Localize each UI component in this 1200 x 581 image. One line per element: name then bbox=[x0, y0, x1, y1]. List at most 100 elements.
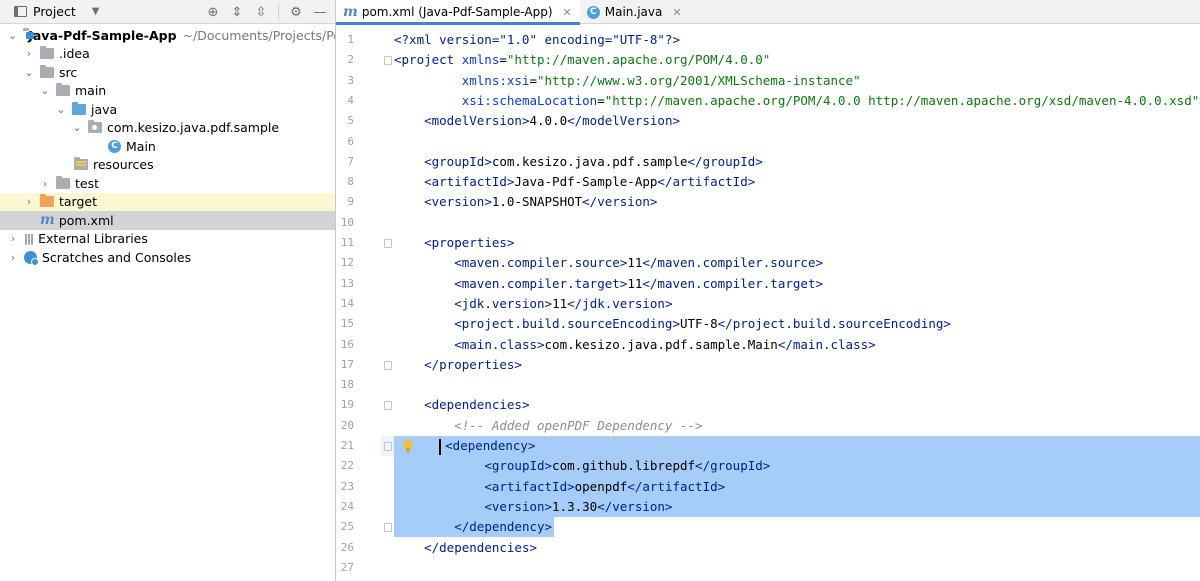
fold-marker-icon[interactable] bbox=[384, 360, 392, 370]
lightbulb-icon[interactable] bbox=[402, 439, 414, 453]
line-number[interactable]: 14 bbox=[336, 294, 354, 314]
code-line[interactable]: <version>1.3.30</version> bbox=[394, 496, 1200, 518]
expand-all-icon[interactable]: ⇕ bbox=[230, 5, 244, 20]
tree-item-project-root[interactable]: ⌄ Java-Pdf-Sample-App ~/Documents/Projec… bbox=[0, 26, 335, 45]
locate-icon[interactable]: ⊕ bbox=[206, 5, 220, 20]
chevron-right-icon[interactable]: › bbox=[40, 177, 50, 190]
code-line[interactable]: <properties> bbox=[394, 233, 1200, 253]
tree-item-java[interactable]: ⌄ java bbox=[0, 100, 335, 119]
line-number[interactable]: 9 bbox=[336, 192, 354, 212]
tree-item-package[interactable]: ⌄ com.kesizo.java.pdf.sample bbox=[0, 119, 335, 138]
code-line[interactable]: <groupId>com.github.librepdf</groupId> bbox=[394, 456, 1200, 477]
tree-item-pom[interactable]: m pom.xml bbox=[0, 211, 335, 230]
line-number[interactable]: 19 bbox=[336, 395, 354, 415]
fold-marker-icon[interactable] bbox=[384, 523, 392, 533]
tree-item-scratches[interactable]: › Scratches and Consoles bbox=[0, 248, 335, 267]
fold-marker-icon[interactable] bbox=[384, 442, 392, 451]
line-number[interactable]: 16 bbox=[336, 335, 354, 355]
line-number[interactable]: 15 bbox=[336, 314, 354, 334]
line-number[interactable]: 2 bbox=[336, 50, 354, 70]
line-number[interactable]: 21 bbox=[336, 436, 354, 456]
code-line[interactable]: <project xmlns="http://maven.apache.org/… bbox=[394, 50, 1200, 70]
chevron-down-icon[interactable]: ▼ bbox=[92, 6, 100, 17]
line-number[interactable]: 22 bbox=[336, 456, 354, 476]
line-number[interactable]: 6 bbox=[336, 132, 354, 152]
gear-icon[interactable]: ⚙ bbox=[289, 5, 303, 20]
collapse-all-icon[interactable]: ⇳ bbox=[254, 5, 268, 20]
line-number[interactable]: 13 bbox=[336, 274, 354, 294]
code-line[interactable]: xsi:schemaLocation="http://maven.apache.… bbox=[394, 91, 1200, 111]
code-line[interactable] bbox=[394, 558, 1200, 578]
chevron-down-icon[interactable]: ⌄ bbox=[24, 66, 34, 79]
close-icon[interactable]: ✕ bbox=[672, 6, 681, 19]
line-number[interactable]: 3 bbox=[336, 71, 354, 91]
code-line[interactable] bbox=[394, 132, 1200, 152]
code-line[interactable]: <main.class>com.kesizo.java.pdf.sample.M… bbox=[394, 335, 1200, 355]
line-number[interactable]: 23 bbox=[336, 477, 354, 497]
fold-marker-icon[interactable] bbox=[384, 56, 392, 66]
line-number[interactable]: 24 bbox=[336, 497, 354, 517]
chevron-right-icon[interactable]: › bbox=[8, 251, 18, 264]
fold-marker-icon[interactable] bbox=[384, 401, 392, 411]
code-line[interactable]: <jdk.version>11</jdk.version> bbox=[394, 294, 1200, 314]
tree-item-target[interactable]: › target bbox=[0, 192, 335, 211]
code-line[interactable]: <maven.compiler.target>11</maven.compile… bbox=[394, 274, 1200, 294]
folder-icon bbox=[56, 83, 70, 97]
tree-item-resources[interactable]: resources bbox=[0, 156, 335, 175]
hide-icon[interactable]: — bbox=[313, 5, 327, 20]
code-line[interactable]: <!-- Added openPDF Dependency --> bbox=[394, 416, 1200, 436]
tab-pom-xml[interactable]: m pom.xml (Java-Pdf-Sample-App) ✕ bbox=[336, 0, 580, 25]
tree-item-main-class[interactable]: C Main bbox=[0, 137, 335, 156]
code-line[interactable]: xmlns:xsi="http://www.w3.org/2001/XMLSch… bbox=[394, 71, 1200, 91]
chevron-down-icon[interactable]: ⌄ bbox=[56, 103, 66, 116]
code-line[interactable]: <groupId>com.kesizo.java.pdf.sample</gro… bbox=[394, 152, 1200, 172]
chevron-down-icon[interactable]: ⌄ bbox=[72, 121, 82, 134]
line-number[interactable]: 5 bbox=[336, 111, 354, 131]
code-line[interactable]: </dependency> bbox=[394, 517, 1200, 538]
code-line[interactable]: <modelVersion>4.0.0</modelVersion> bbox=[394, 111, 1200, 131]
chevron-down-icon[interactable]: ⌄ bbox=[40, 84, 50, 97]
line-number[interactable]: 27 bbox=[336, 558, 354, 578]
chevron-right-icon[interactable]: › bbox=[24, 195, 34, 208]
line-number[interactable]: 25 bbox=[336, 517, 354, 537]
code-line[interactable]: </dependencies> bbox=[394, 538, 1200, 558]
line-number[interactable]: 1 bbox=[336, 30, 354, 50]
code-line[interactable] bbox=[394, 375, 1200, 395]
line-number[interactable]: 4 bbox=[336, 91, 354, 111]
code-line[interactable]: <maven.compiler.source>11</maven.compile… bbox=[394, 253, 1200, 273]
tree-item-test[interactable]: › test bbox=[0, 174, 335, 193]
code-editor[interactable]: <?xml version="1.0" encoding="UTF-8"?> <p… bbox=[394, 25, 1200, 581]
line-number[interactable]: 18 bbox=[336, 375, 354, 395]
chevron-right-icon[interactable]: › bbox=[24, 47, 34, 60]
fold-marker-icon[interactable] bbox=[384, 239, 392, 248]
line-number[interactable]: 26 bbox=[336, 538, 354, 558]
code-line[interactable]: <artifactId>Java-Pdf-Sample-App</artifac… bbox=[394, 172, 1200, 192]
chevron-right-icon[interactable]: › bbox=[8, 232, 18, 245]
close-icon[interactable]: ✕ bbox=[563, 6, 572, 19]
line-number[interactable]: 12 bbox=[336, 253, 354, 273]
tree-item-main[interactable]: ⌄ main bbox=[0, 82, 335, 101]
line-number[interactable]: 10 bbox=[336, 213, 354, 233]
line-number[interactable]: 17 bbox=[336, 355, 354, 375]
code-line[interactable]: <artifactId>openpdf</artifactId> bbox=[394, 476, 1200, 497]
project-panel-title: Project bbox=[33, 4, 76, 19]
code-line[interactable]: <version>1.0-SNAPSHOT</version> bbox=[394, 192, 1200, 212]
project-view-selector[interactable]: Project ▼ bbox=[14, 4, 99, 19]
tree-item-idea[interactable]: › .idea bbox=[0, 45, 335, 64]
line-number[interactable]: 8 bbox=[336, 172, 354, 192]
chevron-down-icon[interactable]: ⌄ bbox=[8, 29, 17, 42]
line-number[interactable]: 20 bbox=[336, 416, 354, 436]
line-number[interactable]: 7 bbox=[336, 152, 354, 172]
library-icon: ||| bbox=[24, 232, 34, 246]
editor-gutter[interactable]: 1 2 3 4 5 6 7 8 9 10 11 12 13 14 15 16 17 18 19 20 21 22 23 24 2… bbox=[336, 25, 394, 581]
code-line[interactable]: <?xml version="1.0" encoding="UTF-8"?> bbox=[394, 30, 1200, 50]
tree-item-external-libraries[interactable]: › ||| External Libraries bbox=[0, 230, 335, 249]
tab-main-java[interactable]: C Main.java ✕ bbox=[580, 0, 690, 24]
code-line[interactable]: <dependencies> bbox=[394, 395, 1200, 415]
code-line[interactable] bbox=[394, 213, 1200, 233]
line-number[interactable]: 11 bbox=[336, 233, 354, 253]
code-line[interactable]: <project.build.sourceEncoding>UTF-8</pro… bbox=[394, 314, 1200, 334]
code-line[interactable]: </properties> bbox=[394, 355, 1200, 375]
tree-item-src[interactable]: ⌄ src bbox=[0, 63, 335, 82]
code-line[interactable]: <dependency> bbox=[394, 436, 1200, 457]
